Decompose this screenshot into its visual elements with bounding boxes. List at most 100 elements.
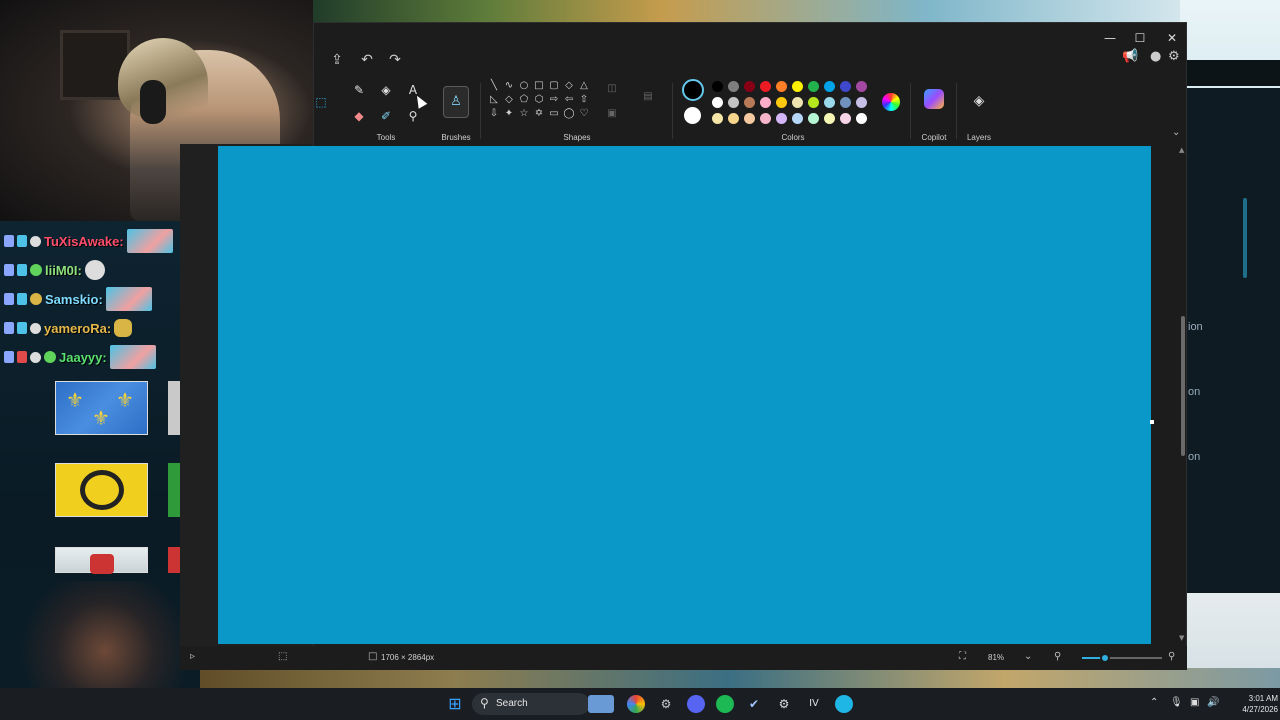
paint-titlebar[interactable]: — ☐ ✕ bbox=[314, 23, 1186, 53]
settings-gear-icon[interactable]: ⚙ bbox=[775, 695, 793, 713]
color-swatch[interactable] bbox=[840, 81, 851, 92]
curve-shape-icon[interactable]: ∿ bbox=[503, 80, 515, 92]
down-arrow-shape-icon[interactable]: ⇩ bbox=[488, 108, 500, 120]
zoom-out-icon[interactable]: ⚲ bbox=[1054, 651, 1061, 662]
callout-oval-shape-icon[interactable]: ◯ bbox=[563, 108, 575, 120]
microphone-icon[interactable]: 🎙 bbox=[1170, 697, 1183, 708]
chevron-down-icon[interactable]: ⌄ bbox=[1172, 127, 1180, 138]
app-icon[interactable]: ⚙ bbox=[657, 695, 675, 713]
triangle-shape-icon[interactable]: △ bbox=[578, 80, 590, 92]
color-swatch[interactable] bbox=[744, 97, 755, 108]
zoom-in-icon[interactable]: ⚲ bbox=[1168, 651, 1175, 662]
color-swatch[interactable] bbox=[856, 97, 867, 108]
color-swatch[interactable] bbox=[792, 97, 803, 108]
color-swatch[interactable] bbox=[808, 97, 819, 108]
color-swatch[interactable] bbox=[792, 81, 803, 92]
polygon-shape-icon[interactable]: ◇ bbox=[563, 80, 575, 92]
color-swatch[interactable] bbox=[712, 81, 723, 92]
maximize-button[interactable]: ☐ bbox=[1126, 27, 1154, 49]
four-point-star-shape-icon[interactable]: ✦ bbox=[503, 108, 515, 120]
color-swatch[interactable] bbox=[744, 113, 755, 124]
left-arrow-shape-icon[interactable]: ⇦ bbox=[563, 94, 575, 106]
color-swatch[interactable] bbox=[744, 81, 755, 92]
color-swatch[interactable] bbox=[856, 81, 867, 92]
color-picker-tool-icon[interactable]: ✐ bbox=[377, 107, 395, 125]
selection-tool-icon[interactable]: ⬚ bbox=[312, 93, 330, 111]
pentagon-shape-icon[interactable]: ⬠ bbox=[518, 94, 530, 106]
share-icon[interactable]: ⇪ bbox=[326, 49, 348, 71]
right-arrow-shape-icon[interactable]: ⇨ bbox=[548, 94, 560, 106]
canvas-vertical-scrollbar[interactable]: ▲ ▼ bbox=[1179, 146, 1186, 644]
color-swatch[interactable] bbox=[760, 97, 771, 108]
six-point-star-shape-icon[interactable]: ✡ bbox=[533, 108, 545, 120]
secondary-color-swatch[interactable] bbox=[684, 107, 701, 124]
color-swatch[interactable] bbox=[728, 97, 739, 108]
background-window-item-2[interactable]: on bbox=[1188, 386, 1200, 398]
taskbar-search-box[interactable]: ⚲ Search bbox=[472, 693, 590, 715]
network-icon[interactable]: ▣ bbox=[1190, 697, 1199, 708]
color-swatch[interactable] bbox=[792, 113, 803, 124]
heart-shape-icon[interactable]: ♡ bbox=[578, 108, 590, 120]
brushes-button[interactable]: ♙ bbox=[443, 86, 469, 118]
outline-icon[interactable]: ◫ bbox=[606, 83, 618, 95]
color-swatch[interactable] bbox=[712, 113, 723, 124]
color-swatch[interactable] bbox=[760, 113, 771, 124]
color-swatch[interactable] bbox=[712, 97, 723, 108]
color-swatch[interactable] bbox=[776, 81, 787, 92]
account-icon[interactable]: ● bbox=[1150, 49, 1161, 64]
hexagon-shape-icon[interactable]: ⬡ bbox=[533, 94, 545, 106]
close-button[interactable]: ✕ bbox=[1158, 27, 1186, 49]
announcement-icon[interactable]: 📢 bbox=[1122, 49, 1138, 64]
background-window-item-1[interactable]: ion bbox=[1188, 321, 1203, 333]
spotify-icon[interactable] bbox=[716, 695, 734, 713]
settings-gear-icon[interactable]: ⚙ bbox=[1168, 49, 1180, 64]
scroll-down-arrow-icon[interactable]: ▼ bbox=[1179, 634, 1184, 642]
drawing-canvas[interactable] bbox=[218, 146, 1151, 644]
layers-icon[interactable]: ◈ bbox=[969, 91, 989, 111]
up-arrow-shape-icon[interactable]: ⇧ bbox=[578, 94, 590, 106]
scroll-up-arrow-icon[interactable]: ▲ bbox=[1179, 146, 1184, 154]
zoom-slider-knob[interactable] bbox=[1100, 653, 1110, 663]
start-button-icon[interactable]: ⊞ bbox=[446, 695, 464, 713]
chrome-icon[interactable] bbox=[627, 695, 645, 713]
canvas-resize-handle[interactable] bbox=[1150, 420, 1154, 424]
zoom-level-label[interactable]: 81% bbox=[988, 653, 1004, 662]
magnifier-tool-icon[interactable]: ⚲ bbox=[404, 107, 422, 125]
five-point-star-shape-icon[interactable]: ☆ bbox=[518, 108, 530, 120]
background-window-scrollbar[interactable] bbox=[1243, 198, 1247, 278]
background-window[interactable]: ion on on bbox=[1185, 88, 1280, 593]
widgets-icon[interactable] bbox=[588, 695, 614, 713]
color-swatch[interactable] bbox=[840, 97, 851, 108]
zoom-dropdown-chevron-icon[interactable]: ⌄ bbox=[1024, 651, 1032, 662]
color-swatch[interactable] bbox=[776, 113, 787, 124]
color-swatch[interactable] bbox=[760, 81, 771, 92]
line-shape-icon[interactable]: ╲ bbox=[488, 80, 500, 92]
scrollbar-thumb[interactable] bbox=[1181, 316, 1185, 456]
diamond-shape-icon[interactable]: ◇ bbox=[503, 94, 515, 106]
copilot-icon[interactable] bbox=[924, 89, 944, 109]
edit-colors-icon[interactable] bbox=[882, 93, 900, 111]
color-swatch[interactable] bbox=[776, 97, 787, 108]
taskbar-clock[interactable]: 3:01 AM 4/27/2026 bbox=[1222, 693, 1278, 715]
fit-to-window-icon[interactable]: ⛶ bbox=[959, 651, 966, 662]
color-swatch[interactable] bbox=[728, 81, 739, 92]
color-swatch[interactable] bbox=[728, 113, 739, 124]
color-swatch[interactable] bbox=[824, 113, 835, 124]
steam-icon[interactable]: ✔ bbox=[745, 695, 763, 713]
color-swatch[interactable] bbox=[808, 113, 819, 124]
color-swatch[interactable] bbox=[824, 97, 835, 108]
shape-size-icon[interactable]: ▤ bbox=[642, 91, 654, 103]
primary-color-swatch[interactable] bbox=[682, 79, 704, 101]
right-triangle-shape-icon[interactable]: ◺ bbox=[488, 94, 500, 106]
rectangle-shape-icon[interactable]: □ bbox=[533, 80, 545, 92]
fill-style-icon[interactable]: ▣ bbox=[606, 108, 618, 120]
rounded-rectangle-shape-icon[interactable]: ▢ bbox=[548, 80, 560, 92]
minimize-button[interactable]: — bbox=[1096, 27, 1124, 49]
undo-icon[interactable]: ↶ bbox=[356, 49, 378, 71]
chevron-up-icon[interactable]: ⌃ bbox=[1150, 697, 1158, 708]
oval-shape-icon[interactable]: ○ bbox=[518, 80, 530, 92]
background-window-item-3[interactable]: on bbox=[1188, 451, 1200, 463]
callout-rect-shape-icon[interactable]: ▭ bbox=[548, 108, 560, 120]
color-swatch[interactable] bbox=[824, 81, 835, 92]
eraser-tool-icon[interactable]: ◆ bbox=[350, 107, 368, 125]
